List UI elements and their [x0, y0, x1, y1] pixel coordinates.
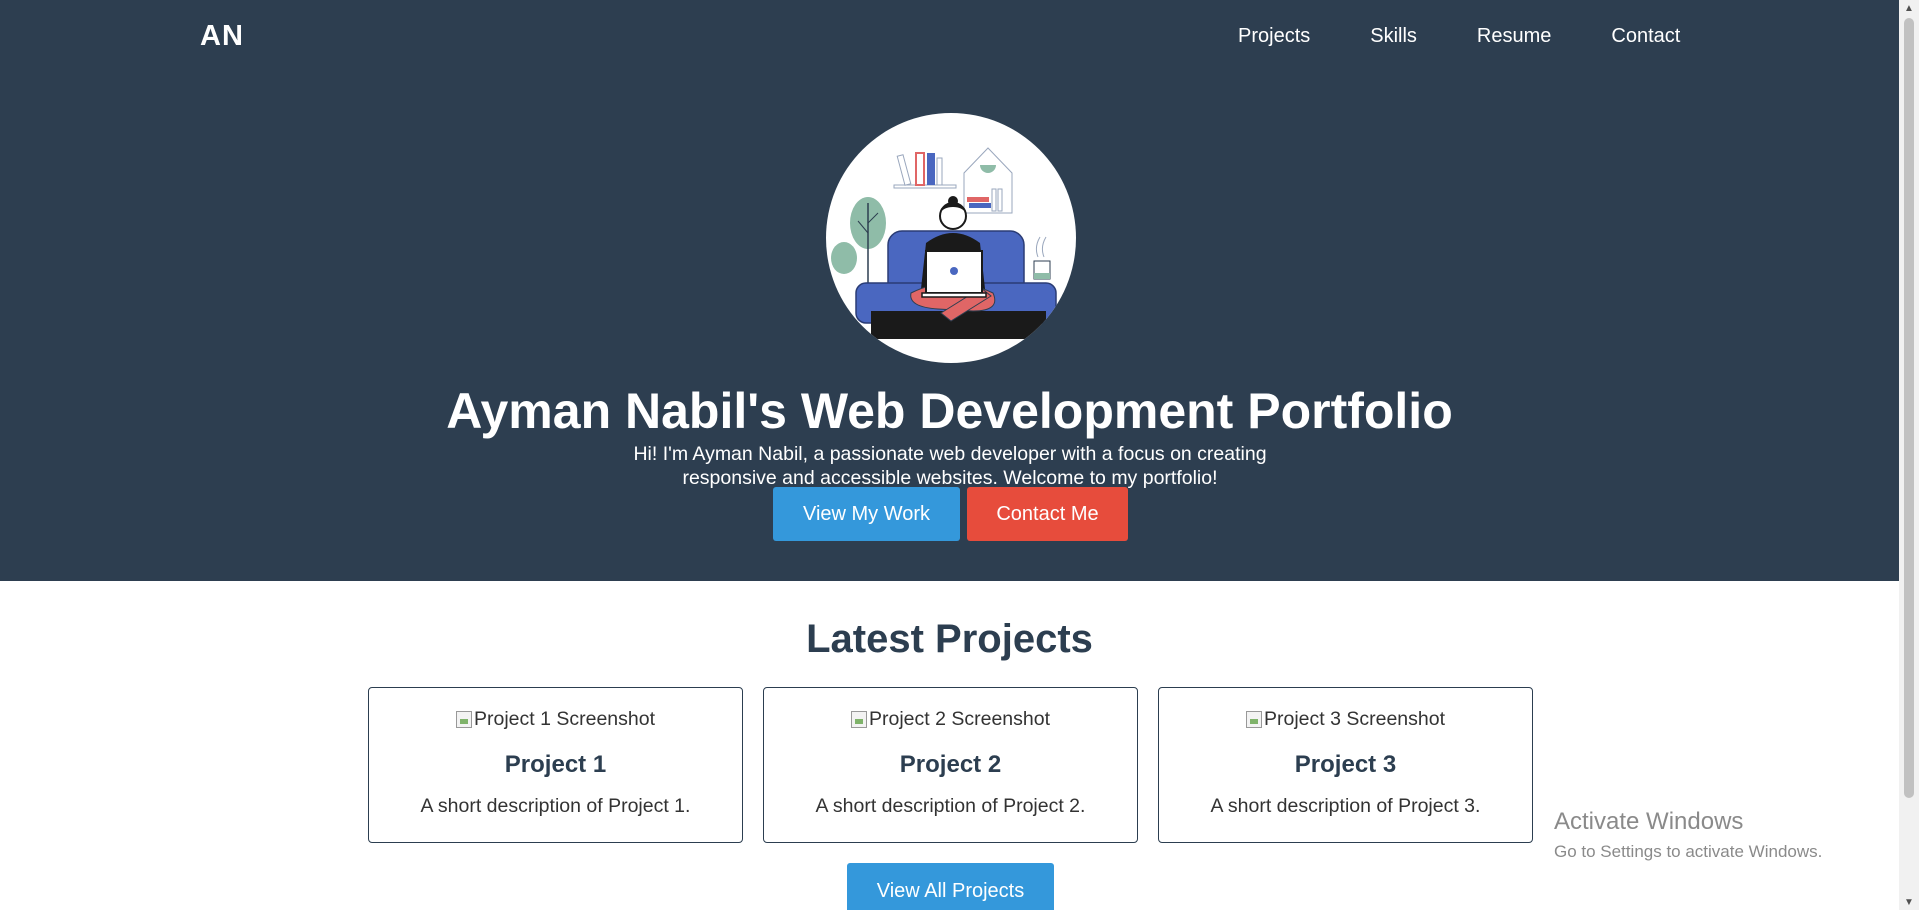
hero-title: Ayman Nabil's Web Development Portfolio [446, 383, 1453, 439]
nav-link-contact[interactable]: Contact [1611, 25, 1680, 48]
scroll-up-arrow-icon[interactable]: ▲ [1899, 0, 1919, 16]
page: AN Projects Skills Resume Contact Ayman … [0, 0, 1919, 910]
project-card[interactable]: Project 2 Screenshot Project 2 A short d… [763, 687, 1138, 843]
view-my-work-button[interactable]: View My Work [773, 487, 960, 541]
project-screenshot: Project 3 Screenshot [1245, 708, 1445, 731]
scrollbar-thumb[interactable] [1904, 18, 1914, 798]
project-screenshot: Project 2 Screenshot [850, 708, 1050, 731]
site-logo[interactable]: AN [200, 20, 244, 53]
project-screenshot-alt: Project 1 Screenshot [473, 708, 655, 730]
project-title: Project 2 [899, 751, 1002, 778]
hero-intro: Hi! I'm Ayman Nabil, a passionate web de… [633, 443, 1267, 489]
hero-section: AN Projects Skills Resume Contact Ayman … [0, 0, 1899, 581]
nav-link-skills[interactable]: Skills [1370, 25, 1417, 48]
avatar [826, 113, 1076, 363]
view-all-projects-button[interactable]: View All Projects [847, 863, 1054, 910]
projects-title: Latest Projects [806, 617, 1093, 661]
project-description: A short description of Project 1. [420, 795, 691, 817]
project-screenshot-alt: Project 3 Screenshot [1263, 708, 1445, 730]
project-card[interactable]: Project 1 Screenshot Project 1 A short d… [368, 687, 743, 843]
person-with-laptop-illustration [831, 147, 1057, 339]
nav-link-projects[interactable]: Projects [1238, 25, 1310, 48]
project-description: A short description of Project 2. [815, 795, 1086, 817]
watermark-title: Activate Windows [1554, 808, 1744, 835]
project-card[interactable]: Project 3 Screenshot Project 3 A short d… [1158, 687, 1533, 843]
broken-image-icon [455, 711, 472, 728]
project-screenshot-alt: Project 2 Screenshot [868, 708, 1050, 730]
project-description: A short description of Project 3. [1210, 795, 1481, 817]
main-nav: Projects Skills Resume Contact [1238, 25, 1680, 48]
project-title: Project 3 [1294, 751, 1397, 778]
windows-activation-watermark: Activate Windows Go to Settings to activ… [1554, 808, 1822, 862]
scroll-down-arrow-icon[interactable]: ▼ [1899, 894, 1919, 910]
contact-me-button[interactable]: Contact Me [967, 487, 1128, 541]
watermark-subtitle: Go to Settings to activate Windows. [1554, 842, 1823, 861]
broken-image-icon [1245, 711, 1262, 728]
broken-image-icon [850, 711, 867, 728]
vertical-scrollbar[interactable]: ▲ ▼ [1899, 0, 1919, 910]
project-screenshot: Project 1 Screenshot [455, 708, 655, 731]
project-title: Project 1 [504, 751, 607, 778]
nav-link-resume[interactable]: Resume [1477, 25, 1551, 48]
